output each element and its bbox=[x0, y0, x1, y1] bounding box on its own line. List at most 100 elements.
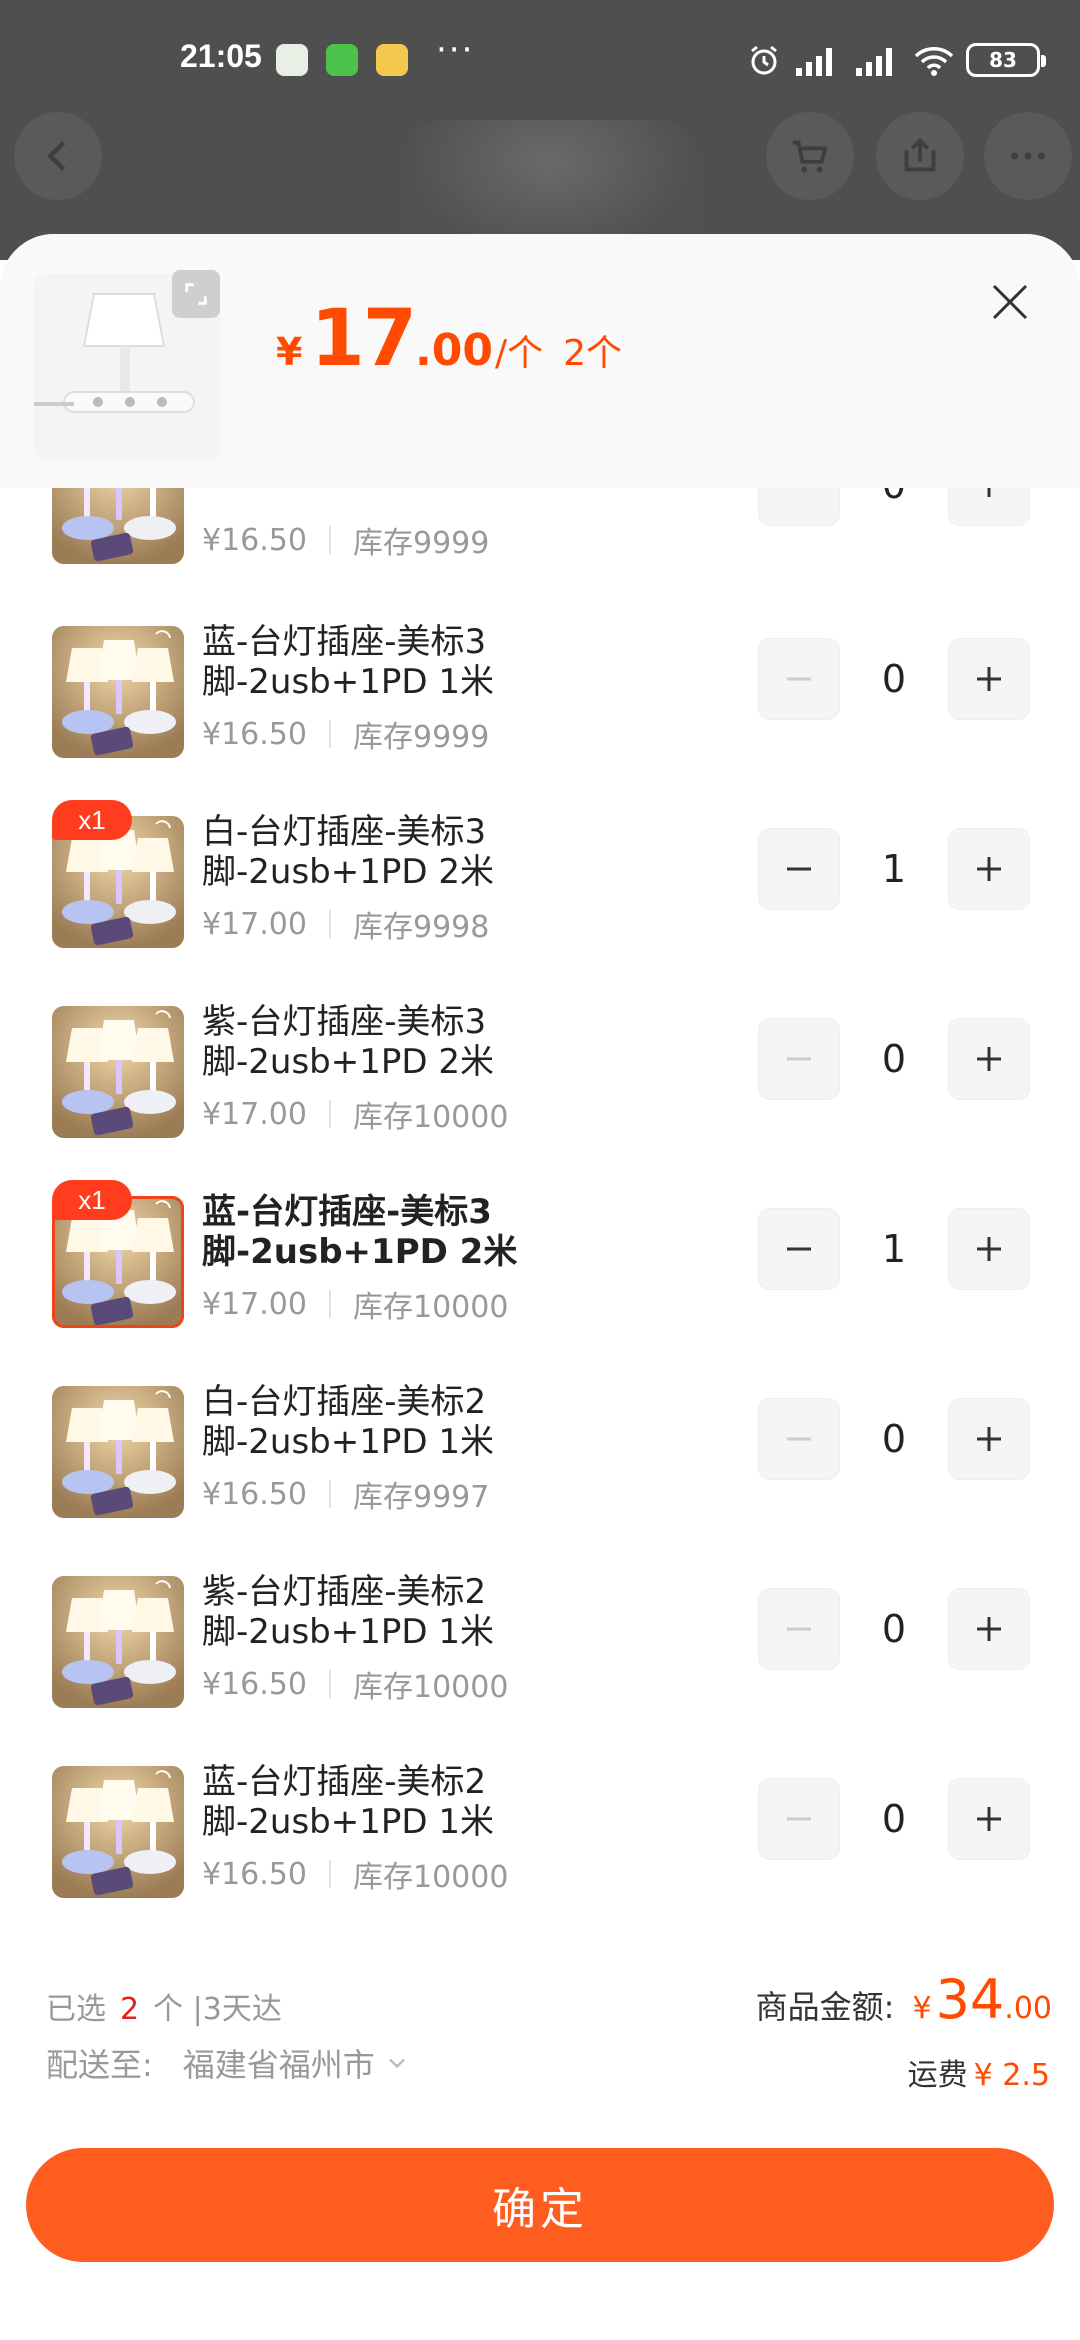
sku-bottom-sheet: ¥ 17 .00 /个 2个 脚-2usb+1P bbox=[0, 234, 1080, 2340]
increase-button[interactable] bbox=[948, 828, 1030, 910]
sku-name: 紫-台灯插座-美标3脚-2usb+1PD 2米 bbox=[202, 1002, 494, 1082]
goods-amount: 商品金额: ¥ 34 .00 bbox=[756, 1968, 1052, 2031]
sku-stock: 库存10000 bbox=[352, 1670, 509, 1705]
minus-icon bbox=[787, 1437, 811, 1441]
divider bbox=[328, 1100, 331, 1128]
quantity-value[interactable]: 0 bbox=[840, 1778, 948, 1860]
sku-price: ¥17.00 bbox=[202, 906, 307, 942]
sku-list[interactable]: 脚-2usb+1PD 1米 ¥16.50 库存9999 0 bbox=[16, 488, 1062, 1952]
sku-meta: ¥16.50 库存9999 bbox=[202, 518, 489, 562]
signal-hd-icon bbox=[796, 48, 832, 76]
sku-price: ¥16.50 bbox=[202, 1856, 307, 1892]
sku-row[interactable]: x1 白-台灯插座-美标3脚-2usb+1PD 2米 ¥17.00 库存9998… bbox=[16, 800, 1062, 1006]
order-footer: 已选 2 个 |3天达 配送至: 福建省福州市 商品金额: ¥ 34 .00 运… bbox=[0, 1954, 1080, 2340]
increase-button[interactable] bbox=[948, 638, 1030, 720]
quantity-value[interactable]: 1 bbox=[840, 828, 948, 910]
share-icon bbox=[904, 137, 936, 172]
selected-suffix: 个 |3天达 bbox=[153, 1992, 282, 2027]
sku-thumbnail[interactable] bbox=[52, 488, 184, 564]
sku-thumbnail[interactable] bbox=[52, 1386, 184, 1518]
divider bbox=[328, 1290, 331, 1318]
increase-button[interactable] bbox=[948, 1778, 1030, 1860]
battery-icon: 83 bbox=[966, 43, 1046, 77]
divider bbox=[328, 1670, 331, 1698]
sku-row[interactable]: 蓝-台灯插座-美标3脚-2usb+1PD 1米 ¥16.50 库存9999 0 bbox=[16, 622, 1062, 816]
sheet-header: ¥ 17 .00 /个 2个 bbox=[0, 234, 1080, 488]
plus-icon bbox=[977, 857, 1001, 881]
decrease-button[interactable] bbox=[758, 1398, 840, 1480]
sku-meta: ¥16.50 库存10000 bbox=[202, 1662, 508, 1706]
increase-button[interactable] bbox=[948, 488, 1030, 526]
quantity-stepper: 0 bbox=[758, 1588, 1048, 1672]
plus-icon bbox=[987, 488, 991, 497]
sku-meta: ¥16.50 库存9999 bbox=[202, 712, 489, 756]
quantity-value[interactable]: 0 bbox=[840, 638, 948, 720]
minus-icon bbox=[781, 488, 817, 503]
quantity-value[interactable]: 1 bbox=[840, 1208, 948, 1290]
quantity-value[interactable]: 0 bbox=[840, 488, 948, 526]
plus-icon bbox=[977, 1807, 1001, 1831]
plus-icon bbox=[977, 1427, 1001, 1451]
more-notifications-icon: ··· bbox=[436, 30, 475, 70]
back-button[interactable] bbox=[14, 112, 102, 200]
sku-price: ¥16.50 bbox=[202, 1476, 307, 1512]
decrease-button[interactable] bbox=[758, 488, 840, 526]
sku-selector-screen: 21:05 ··· 83 ¥ 17 .00 /个 2个 ¥16.50 库存999… bbox=[0, 0, 1080, 2340]
sku-row[interactable]: x1 蓝-台灯插座-美标3脚-2usb+1PD 2米 ¥17.00 库存1000… bbox=[16, 1180, 1062, 1386]
sku-row[interactable]: 白-台灯插座-美标2脚-2usb+1PD 1米 ¥16.50 库存9997 0 bbox=[16, 1382, 1062, 1576]
sku-image bbox=[52, 1766, 184, 1898]
sku-price: ¥16.50 bbox=[202, 716, 307, 752]
quantity-stepper: 0 bbox=[758, 488, 1048, 528]
sku-row[interactable]: 脚-2usb+1PD 1米 ¥16.50 库存9999 0 bbox=[16, 488, 1062, 622]
quantity-value[interactable]: 0 bbox=[840, 1018, 948, 1100]
chevron-down-icon bbox=[388, 2058, 405, 2069]
decrease-button[interactable] bbox=[758, 1208, 840, 1290]
increase-button[interactable] bbox=[948, 1018, 1030, 1100]
decrease-button[interactable] bbox=[758, 1588, 840, 1670]
more-dots-icon bbox=[1011, 152, 1045, 160]
plus-icon bbox=[977, 667, 1001, 691]
sku-meta: ¥17.00 库存9998 bbox=[202, 902, 489, 946]
sku-image bbox=[52, 1386, 184, 1518]
sku-row[interactable]: 紫-台灯插座-美标2脚-2usb+1PD 1米 ¥16.50 库存10000 0 bbox=[16, 1572, 1062, 1766]
quantity-badge: x1 bbox=[52, 800, 132, 840]
price-unit: /个 bbox=[494, 333, 544, 374]
sku-meta: ¥16.50 库存10000 bbox=[202, 1852, 508, 1896]
amount-label: 商品金额: bbox=[755, 1988, 895, 2026]
quantity-value[interactable]: 0 bbox=[840, 1398, 948, 1480]
sku-stock: 库存9998 bbox=[352, 910, 490, 945]
close-icon[interactable] bbox=[986, 278, 1034, 326]
sku-stock: 库存10000 bbox=[352, 1290, 509, 1325]
increase-button[interactable] bbox=[948, 1208, 1030, 1290]
sku-thumbnail[interactable] bbox=[52, 1006, 184, 1138]
decrease-button[interactable] bbox=[758, 638, 840, 720]
sku-row[interactable]: 蓝-台灯插座-美标2脚-2usb+1PD 1米 ¥16.50 库存10000 0 bbox=[16, 1762, 1062, 1952]
plus-icon bbox=[977, 1237, 1001, 1261]
delivery-location[interactable]: 配送至: 福建省福州市 bbox=[46, 2040, 411, 2086]
sku-name: 紫-台灯插座-美标2脚-2usb+1PD 1米 bbox=[202, 1572, 494, 1652]
sku-row[interactable]: 紫-台灯插座-美标3脚-2usb+1PD 2米 ¥17.00 库存10000 0 bbox=[16, 1002, 1062, 1196]
sku-stock: 库存10000 bbox=[352, 1860, 509, 1895]
decrease-button[interactable] bbox=[758, 828, 840, 910]
quantity-value[interactable]: 0 bbox=[840, 1588, 948, 1670]
decrease-button[interactable] bbox=[758, 1778, 840, 1860]
sku-stock: 库存9999 bbox=[352, 720, 490, 755]
sku-price: ¥16.50 bbox=[202, 1666, 307, 1702]
decrease-button[interactable] bbox=[758, 1018, 840, 1100]
cart-button[interactable] bbox=[766, 112, 854, 200]
increase-button[interactable] bbox=[948, 1398, 1030, 1480]
confirm-button[interactable]: 确定 bbox=[26, 2148, 1054, 2262]
share-button[interactable] bbox=[876, 112, 964, 200]
sku-thumbnail[interactable] bbox=[52, 1576, 184, 1708]
increase-button[interactable] bbox=[948, 1588, 1030, 1670]
ship-to-label: 配送至: bbox=[46, 2046, 153, 2084]
expand-image-button[interactable] bbox=[172, 270, 220, 318]
battery-level: 83 bbox=[989, 48, 1017, 72]
more-button[interactable] bbox=[984, 112, 1072, 200]
sku-thumbnail[interactable] bbox=[52, 626, 184, 758]
sku-stock: 库存9997 bbox=[352, 1480, 490, 1515]
sku-thumbnail[interactable] bbox=[52, 1766, 184, 1898]
price-symbol: ¥ bbox=[276, 330, 303, 374]
amount-integer: 34 bbox=[935, 1968, 1005, 2031]
sku-image bbox=[52, 626, 184, 758]
